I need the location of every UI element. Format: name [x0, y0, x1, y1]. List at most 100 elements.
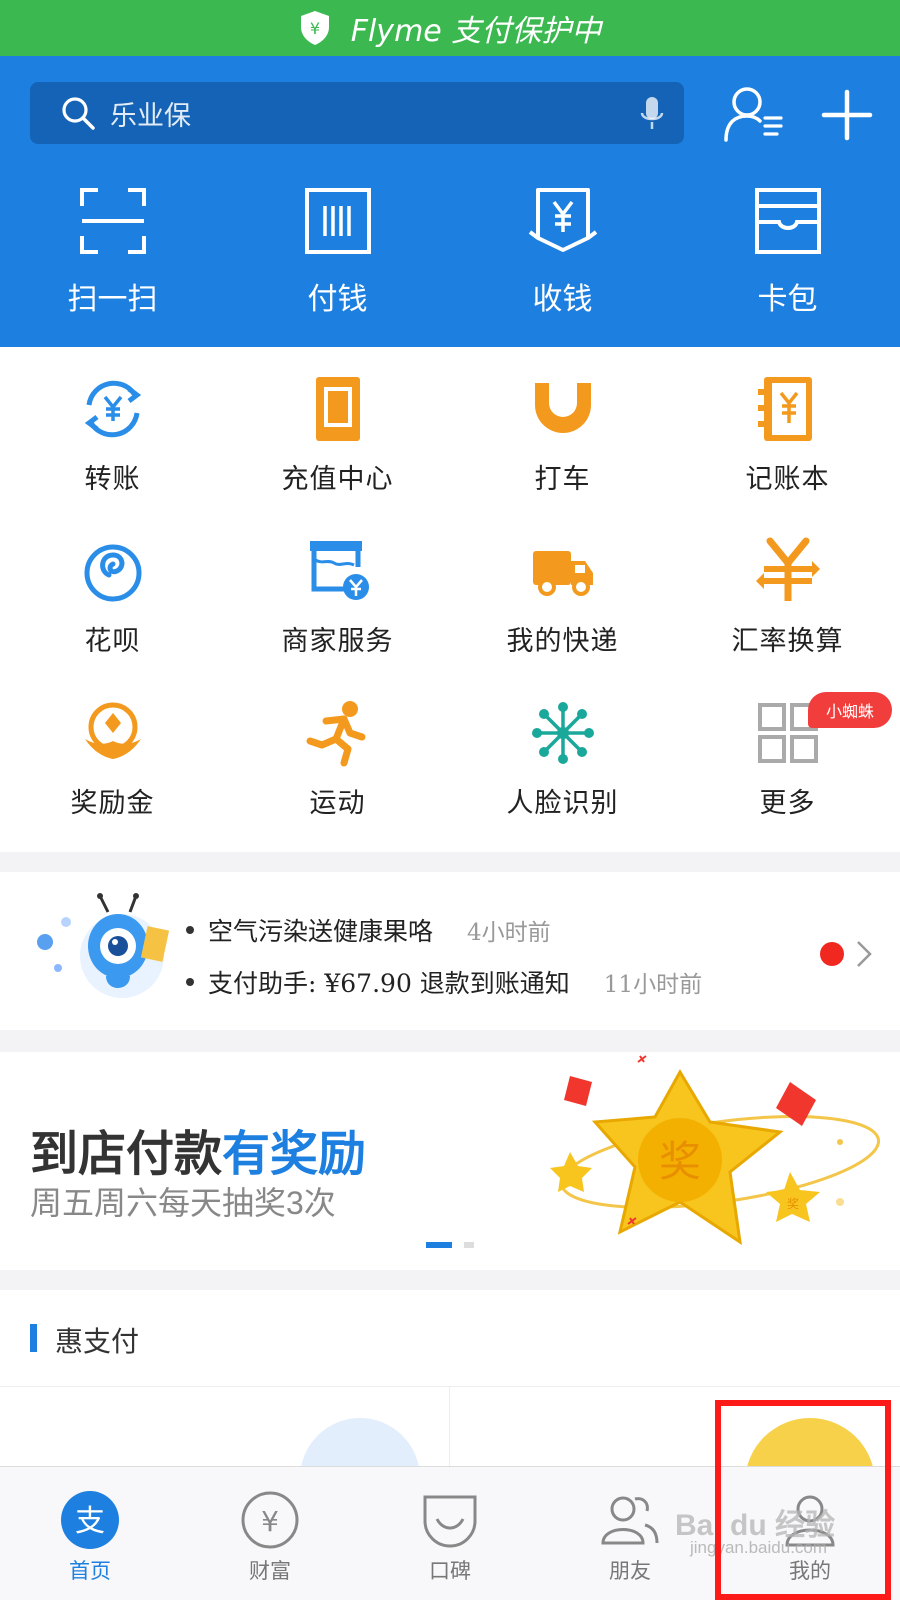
- svg-text:支: 支: [75, 1504, 105, 1539]
- transfer-icon: [84, 380, 141, 438]
- grid-item-label: 奖励金: [70, 788, 155, 819]
- grid-item-sport[interactable]: 运动: [225, 671, 450, 836]
- chevron-right-icon[interactable]: [856, 940, 872, 968]
- phone-recharge-icon: [315, 377, 360, 441]
- section-divider: [0, 1386, 900, 1387]
- section-title: 惠支付: [55, 1325, 140, 1358]
- tab-label: 财富: [249, 1559, 291, 1583]
- quick-action-scan[interactable]: 扫一扫: [0, 186, 225, 336]
- grid-item-transfer[interactable]: 转账: [0, 347, 225, 512]
- svg-text:奖: 奖: [787, 1197, 799, 1211]
- friends-icon: [601, 1496, 659, 1545]
- pager-dot: [464, 1242, 474, 1248]
- barcode-pay-icon: [304, 188, 371, 254]
- grid-item-delivery[interactable]: 我的快递: [450, 509, 675, 674]
- delivery-truck-icon: [532, 551, 593, 596]
- grid-item-huabei[interactable]: 花呗: [0, 509, 225, 674]
- search-bar[interactable]: 乐业保: [30, 82, 684, 144]
- ledger-icon: [757, 377, 812, 441]
- quick-action-label: 卡包: [757, 282, 818, 317]
- message-item[interactable]: 空气污染送健康果咯 4小时前: [180, 912, 551, 948]
- scan-icon: [79, 188, 146, 254]
- quick-action-cards[interactable]: 卡包: [675, 186, 900, 336]
- quick-action-label: 收钱: [532, 282, 593, 317]
- reward-icon: [84, 702, 141, 759]
- section-accent-bar: [30, 1324, 37, 1352]
- grid-item-label: 转账: [84, 464, 141, 495]
- message-text: 空气污染送健康果咯: [208, 917, 434, 946]
- grid-item-label: 汇率换算: [731, 626, 844, 657]
- quick-action-receive[interactable]: 收钱: [450, 186, 675, 336]
- card-wallet-icon: [754, 188, 821, 254]
- bullet-dot: [186, 978, 194, 986]
- message-time: 11小时前: [603, 972, 703, 998]
- more-badge: 小蜘蛛: [808, 692, 892, 728]
- grid-item-label: 充值中心: [281, 464, 394, 495]
- tab-wealth[interactable]: ¥ 财富: [180, 1467, 360, 1600]
- grid-item-label: 商家服务: [281, 626, 394, 657]
- contacts-icon[interactable]: [723, 84, 787, 146]
- svg-text:¥: ¥: [310, 19, 320, 38]
- search-icon: [62, 97, 95, 130]
- koubei-icon: [423, 1495, 477, 1548]
- grid-item-label: 我的快递: [506, 626, 619, 657]
- search-placeholder: 乐业保: [110, 100, 191, 132]
- svg-text:奖: 奖: [659, 1137, 701, 1186]
- grid-item-label: 花呗: [84, 626, 141, 657]
- grid-item-face[interactable]: 人脸识别: [450, 671, 675, 836]
- grid-item-exchange[interactable]: 汇率换算: [675, 509, 900, 674]
- grid-item-label: 打车: [534, 464, 591, 495]
- pager-dot-active: [426, 1242, 452, 1248]
- reward-star-illustration: 奖 奖: [550, 1055, 880, 1246]
- grid-item-recharge[interactable]: 充值中心: [225, 347, 450, 512]
- merchant-icon: [309, 541, 369, 600]
- banner-title: 到店付款有奖励: [30, 1114, 366, 1184]
- svg-text:¥: ¥: [261, 1505, 279, 1538]
- face-recognition-icon: [531, 702, 594, 764]
- exchange-rate-icon: [755, 537, 820, 601]
- banner-subtitle: 周五周六每天抽奖3次: [30, 1185, 336, 1221]
- grid-item-ledger[interactable]: 记账本: [675, 347, 900, 512]
- bullet-dot: [186, 926, 194, 934]
- message-card[interactable]: 空气污染送健康果咯 4小时前 支付助手: ¥67.90 退款到账通知 11小时前: [0, 872, 900, 1030]
- banner-title-dark: 到店付款: [30, 1128, 223, 1181]
- quick-action-pay[interactable]: 付钱: [225, 186, 450, 336]
- tab-label: 口碑: [429, 1559, 471, 1583]
- banner-title-highlight: 有奖励: [222, 1128, 367, 1181]
- tab-label: 首页: [69, 1559, 111, 1583]
- quick-action-label: 扫一扫: [67, 282, 158, 317]
- receive-money-icon: [528, 188, 597, 252]
- plus-icon[interactable]: [815, 84, 879, 146]
- message-item[interactable]: 支付助手: ¥67.90 退款到账通知 11小时前: [180, 964, 702, 1000]
- tab-home[interactable]: 支 首页: [0, 1467, 180, 1600]
- unread-dot: [820, 942, 844, 966]
- quick-action-label: 付钱: [307, 282, 368, 317]
- grid-item-label: 运动: [309, 788, 366, 819]
- quick-actions: 扫一扫 付钱 收钱 卡包: [0, 186, 900, 336]
- grid-item-taxi[interactable]: 打车: [450, 347, 675, 512]
- grid-item-reward[interactable]: 奖励金: [0, 671, 225, 836]
- shield-icon: ¥: [300, 11, 329, 45]
- promo-banner[interactable]: 到店付款有奖励 周五周六每天抽奖3次 奖 奖: [0, 1052, 900, 1270]
- status-bar: ¥ Flyme 支付保护中: [0, 0, 900, 56]
- grid-item-label: 记账本: [745, 464, 830, 495]
- app-screen: ¥ Flyme 支付保护中 乐业保 扫一扫 付钱 收钱 卡包 转账 充值中心 打…: [0, 0, 900, 1600]
- app-grid: 转账 充值中心 打车 记账本 花呗 商家服务 我的快递 汇率换算 奖励金 运动 …: [0, 347, 900, 852]
- grid-item-label: 人脸识别: [506, 788, 619, 819]
- top-header: 乐业保 扫一扫 付钱 收钱 卡包: [0, 56, 900, 347]
- tab-label: 朋友: [609, 1559, 651, 1583]
- grid-item-merchant[interactable]: 商家服务: [225, 509, 450, 674]
- message-time: 4小时前: [467, 920, 551, 946]
- ant-mascot-icon: [37, 893, 170, 998]
- wealth-icon: ¥: [241, 1491, 299, 1549]
- status-text: Flyme 支付保护中: [350, 14, 602, 49]
- taxi-icon: [534, 383, 591, 433]
- message-text: 支付助手: ¥67.90 退款到账通知: [208, 969, 570, 998]
- microphone-icon[interactable]: [640, 95, 664, 131]
- tab-koubei[interactable]: 口碑: [360, 1467, 540, 1600]
- huabei-icon: [84, 540, 141, 602]
- highlight-box: [715, 1400, 891, 1600]
- grid-item-label: 更多: [759, 788, 816, 819]
- alipay-home-icon: 支: [61, 1491, 119, 1549]
- running-icon: [306, 701, 365, 767]
